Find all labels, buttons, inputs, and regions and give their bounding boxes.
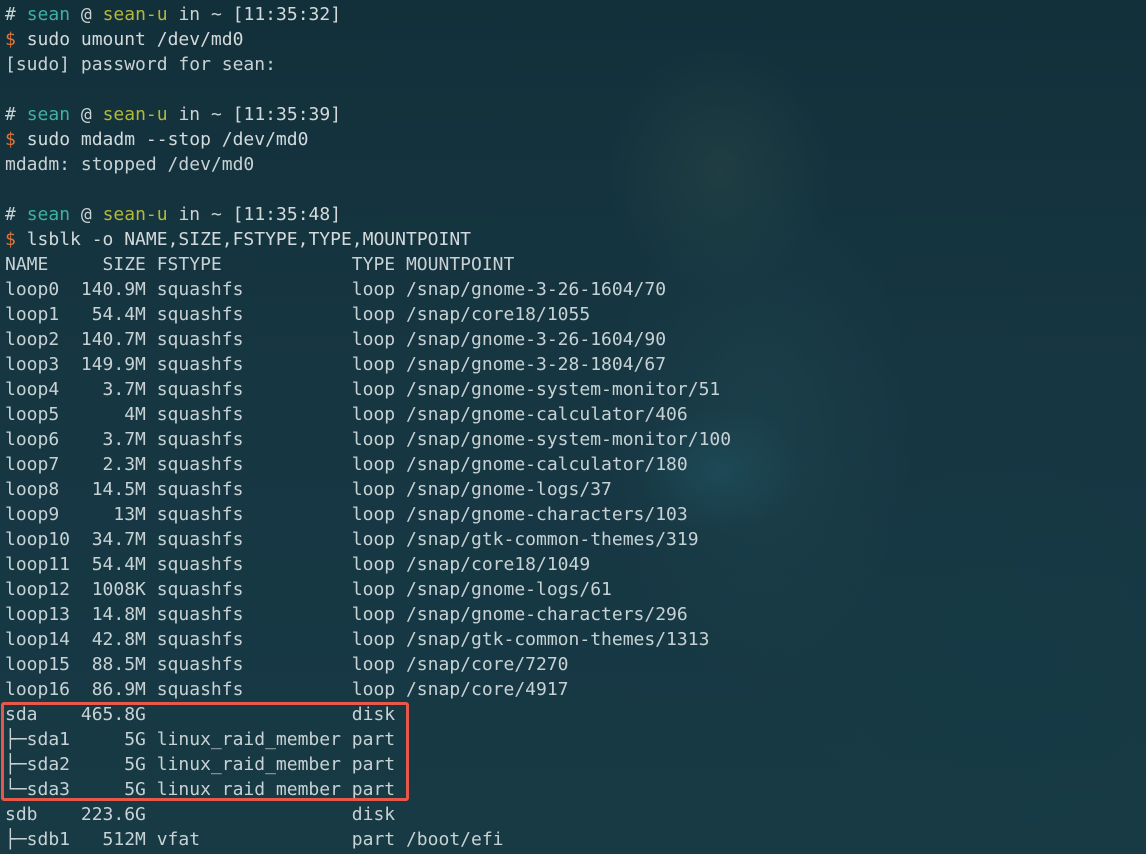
prompt-host: sean-u bbox=[102, 204, 168, 225]
prompt-hash: # bbox=[5, 4, 16, 25]
prompt-user: sean bbox=[26, 204, 71, 225]
prompt-dollar: $ bbox=[5, 229, 16, 250]
lsblk-row: loop13 14.8M squashfs loop /snap/gnome-c… bbox=[5, 604, 688, 625]
lsblk-row: loop3 149.9M squashfs loop /snap/gnome-3… bbox=[5, 354, 667, 375]
lsblk-row: loop12 1008K squashfs loop /snap/gnome-l… bbox=[5, 579, 612, 600]
prompt-time: [11:35:48] bbox=[232, 204, 342, 225]
prompt-in: in bbox=[178, 104, 201, 125]
lsblk-row: loop10 34.7M squashfs loop /snap/gtk-com… bbox=[5, 529, 699, 550]
output-line: [sudo] password for sean: bbox=[5, 54, 276, 75]
lsblk-header: NAME SIZE FSTYPE TYPE MOUNTPOINT bbox=[5, 254, 515, 275]
lsblk-row: loop0 140.9M squashfs loop /snap/gnome-3… bbox=[5, 279, 667, 300]
command-text: sudo umount /dev/md0 bbox=[26, 29, 244, 50]
terminal-output: # sean @ sean-u in ~ [11:35:32] $ sudo u… bbox=[5, 2, 1146, 852]
command-line: $ sudo umount /dev/md0 bbox=[5, 27, 1146, 52]
lsblk-row-sda3: └─sda3 5G linux_raid_member part bbox=[5, 779, 396, 800]
lsblk-row: loop15 88.5M squashfs loop /snap/core/72… bbox=[5, 654, 569, 675]
lsblk-row: loop7 2.3M squashfs loop /snap/gnome-cal… bbox=[5, 454, 688, 475]
prompt-user: sean bbox=[26, 4, 71, 25]
lsblk-row-sda: sda 465.8G disk bbox=[5, 704, 396, 725]
command-line: $ lsblk -o NAME,SIZE,FSTYPE,TYPE,MOUNTPO… bbox=[5, 227, 1146, 252]
lsblk-row: loop6 3.7M squashfs loop /snap/gnome-sys… bbox=[5, 429, 732, 450]
prompt-dollar: $ bbox=[5, 29, 16, 50]
prompt-line: # sean @ sean-u in ~ [11:35:32] bbox=[5, 2, 1146, 27]
prompt-line: # sean @ sean-u in ~ [11:35:39] bbox=[5, 102, 1146, 127]
command-line: $ sudo mdadm --stop /dev/md0 bbox=[5, 127, 1146, 152]
lsblk-row: loop4 3.7M squashfs loop /snap/gnome-sys… bbox=[5, 379, 721, 400]
prompt-time: [11:35:39] bbox=[232, 104, 342, 125]
lsblk-row-sdb1: ├─sdb1 512M vfat part /boot/efi bbox=[5, 829, 504, 850]
prompt-at: @ bbox=[80, 104, 92, 125]
prompt-line: # sean @ sean-u in ~ [11:35:48] bbox=[5, 202, 1146, 227]
prompt-host: sean-u bbox=[102, 104, 168, 125]
prompt-hash: # bbox=[5, 104, 16, 125]
prompt-in: in bbox=[178, 204, 201, 225]
prompt-at: @ bbox=[80, 204, 92, 225]
lsblk-row: loop16 86.9M squashfs loop /snap/core/49… bbox=[5, 679, 569, 700]
prompt-user: sean bbox=[26, 104, 71, 125]
lsblk-row: loop11 54.4M squashfs loop /snap/core18/… bbox=[5, 554, 591, 575]
prompt-path: ~ bbox=[210, 204, 222, 225]
prompt-at: @ bbox=[80, 4, 92, 25]
lsblk-row: loop8 14.5M squashfs loop /snap/gnome-lo… bbox=[5, 479, 612, 500]
lsblk-row-sda2: ├─sda2 5G linux_raid_member part bbox=[5, 754, 396, 775]
lsblk-row: loop2 140.7M squashfs loop /snap/gnome-3… bbox=[5, 329, 667, 350]
lsblk-row: loop1 54.4M squashfs loop /snap/core18/1… bbox=[5, 304, 591, 325]
output-line: mdadm: stopped /dev/md0 bbox=[5, 154, 255, 175]
prompt-dollar: $ bbox=[5, 129, 16, 150]
lsblk-row: loop9 13M squashfs loop /snap/gnome-char… bbox=[5, 504, 688, 525]
prompt-time: [11:35:32] bbox=[232, 4, 342, 25]
terminal-window[interactable]: # sean @ sean-u in ~ [11:35:32] $ sudo u… bbox=[0, 0, 1146, 854]
lsblk-row-sda1: ├─sda1 5G linux_raid_member part bbox=[5, 729, 396, 750]
lsblk-row: loop14 42.8M squashfs loop /snap/gtk-com… bbox=[5, 629, 710, 650]
prompt-path: ~ bbox=[210, 4, 222, 25]
command-text: sudo mdadm --stop /dev/md0 bbox=[26, 129, 309, 150]
prompt-hash: # bbox=[5, 204, 16, 225]
lsblk-row-sdb: sdb 223.6G disk bbox=[5, 804, 396, 825]
prompt-in: in bbox=[178, 4, 201, 25]
prompt-path: ~ bbox=[210, 104, 222, 125]
command-text: lsblk -o NAME,SIZE,FSTYPE,TYPE,MOUNTPOIN… bbox=[26, 229, 472, 250]
prompt-host: sean-u bbox=[102, 4, 168, 25]
lsblk-row: loop5 4M squashfs loop /snap/gnome-calcu… bbox=[5, 404, 688, 425]
